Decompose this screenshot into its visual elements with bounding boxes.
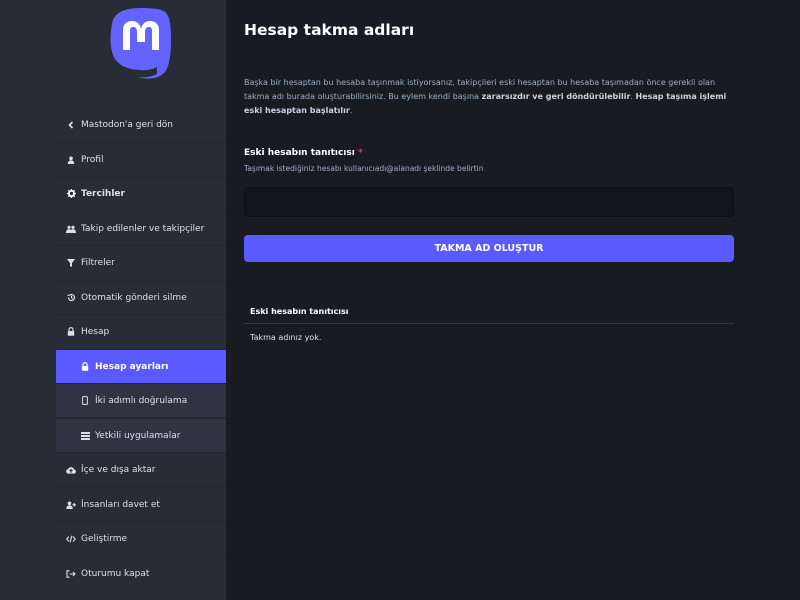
lock-icon: [66, 327, 76, 337]
intro-bold-reversible: zararsızdır ve geri döndürülebilir: [481, 92, 631, 101]
user-plus-icon: [66, 500, 76, 510]
users-icon: [66, 224, 76, 234]
sidebar-item-import-export[interactable]: İçe ve dışa aktar: [56, 452, 226, 486]
intro-text-end: .: [349, 106, 353, 115]
sidebar-item-profile[interactable]: Profil: [56, 142, 226, 176]
sidebar-item-account-settings[interactable]: Hesap ayarları: [56, 349, 226, 383]
mastodon-logo[interactable]: [107, 6, 175, 80]
left-gutter: [0, 0, 56, 600]
sidebar-item-label: Filtreler: [81, 257, 115, 268]
filter-icon: [66, 258, 76, 268]
sidebar-item-invites[interactable]: İnsanları davet et: [56, 487, 226, 521]
sidebar-item-label: Hesap: [81, 326, 110, 337]
user-icon: [66, 155, 76, 165]
cloud-upload-icon: [66, 465, 76, 475]
intro-text: Başka bir hesaptan bu hesaba taşınmak is…: [244, 76, 734, 118]
back-to-mastodon-link[interactable]: Mastodon'a geri dön: [56, 108, 226, 142]
sign-out-icon: [66, 569, 76, 579]
mobile-icon: [80, 396, 90, 406]
sidebar-item-authorized-apps[interactable]: Yetkili uygulamalar: [56, 418, 226, 452]
sidebar-item-label: Geliştirme: [81, 533, 128, 544]
sidebar-item-label: Yetkili uygulamalar: [95, 430, 181, 441]
sidebar-item-label: Profil: [81, 154, 104, 165]
old-account-label-text: Eski hesabın tanıtıcısı: [244, 148, 355, 158]
chevron-left-icon: [66, 120, 76, 130]
sidebar-item-label: Tercihler: [81, 188, 125, 199]
sidebar-item-two-factor[interactable]: İki adımlı doğrulama: [56, 383, 226, 417]
list-icon: [80, 431, 90, 441]
aliases-table-header: Eski hesabın tanıtıcısı: [244, 300, 734, 324]
sidebar-item-relationships[interactable]: Takip edilenler ve takipçiler: [56, 211, 226, 245]
sidebar-item-development[interactable]: Geliştirme: [56, 521, 226, 555]
sidebar-item-account[interactable]: Hesap: [56, 314, 226, 348]
sidebar-item-auto-delete[interactable]: Otomatik gönderi silme: [56, 280, 226, 314]
page-title: Hesap takma adları: [244, 21, 415, 39]
sidebar-item-preferences[interactable]: Tercihler: [56, 176, 226, 210]
sidebar-item-label: Hesap ayarları: [95, 361, 169, 372]
required-mark: *: [357, 148, 363, 158]
aliases-empty-message: Takma adınız yok.: [250, 332, 322, 342]
sidebar-item-label: İki adımlı doğrulama: [95, 395, 188, 406]
settings-sidebar: Mastodon'a geri dön Profil Tercihler Tak…: [56, 0, 226, 600]
create-alias-button[interactable]: TAKMA AD OLUŞTUR: [244, 235, 734, 262]
old-account-input[interactable]: [244, 187, 734, 217]
back-label: Mastodon'a geri dön: [81, 120, 174, 130]
logo-area: [56, 0, 226, 108]
old-account-label: Eski hesabın tanıtıcısı *: [244, 148, 363, 158]
sidebar-item-filters[interactable]: Filtreler: [56, 245, 226, 279]
sidebar-item-label: İnsanları davet et: [81, 499, 160, 510]
lock-icon: [80, 362, 90, 372]
sidebar-item-label: Otomatik gönderi silme: [81, 292, 187, 303]
gear-icon: [66, 189, 76, 199]
code-icon: [66, 534, 76, 544]
sidebar-item-logout[interactable]: Oturumu kapat: [56, 556, 226, 590]
sidebar-item-label: Oturumu kapat: [81, 568, 150, 579]
old-account-hint: Taşımak istediğiniz hesabı kullanıcıadı@…: [244, 164, 484, 173]
sidebar-item-label: İçe ve dışa aktar: [81, 464, 156, 475]
history-icon: [66, 293, 76, 303]
sidebar-item-label: Takip edilenler ve takipçiler: [81, 223, 205, 234]
